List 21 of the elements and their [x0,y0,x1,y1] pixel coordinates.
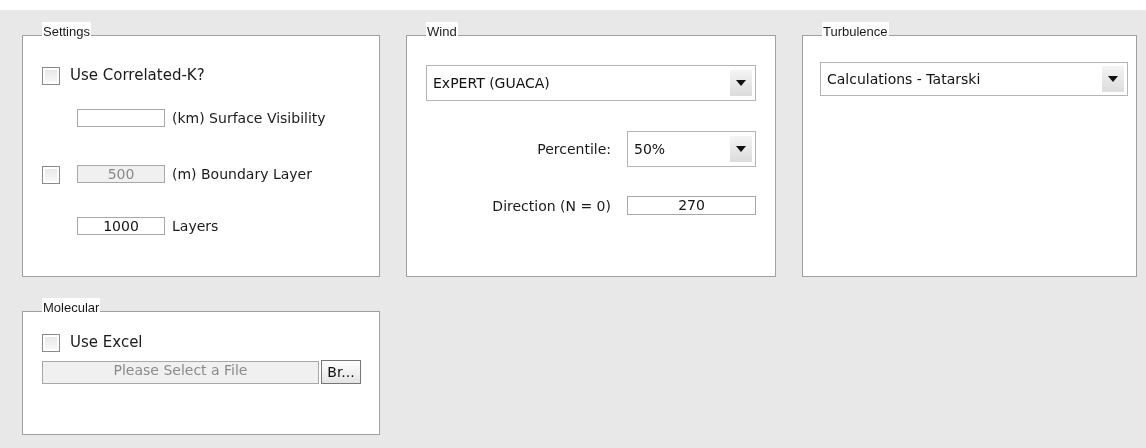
field-label: (km) Surface Visibility [172,110,326,126]
group-title: Settings [42,22,91,39]
group-title: Turbulence [822,22,889,39]
field-label: Direction (N = 0) [492,197,611,214]
dropdown[interactable]: ExPERT (GUACA) [426,65,756,101]
input-field[interactable]: 270 [627,196,756,215]
input-field[interactable] [77,109,165,127]
field-label: Percentile: [537,141,611,157]
caret-icon [1108,76,1118,82]
caret-icon [736,80,746,86]
dropdown[interactable]: 50% [627,131,756,167]
field-label: (m) Boundary Layer [172,166,312,182]
browse-button[interactable]: Br... [321,360,361,384]
dropdown[interactable]: Calculations - Tatarski [820,62,1128,96]
caret-icon [736,146,746,152]
input-field[interactable]: 1000 [77,217,165,235]
field-label: Layers [172,218,219,234]
group-title: Wind [426,22,458,39]
group-title: Molecular [42,298,101,315]
field-label: Use Correlated-K? [70,66,205,84]
field-label: Use Excel [70,333,143,351]
